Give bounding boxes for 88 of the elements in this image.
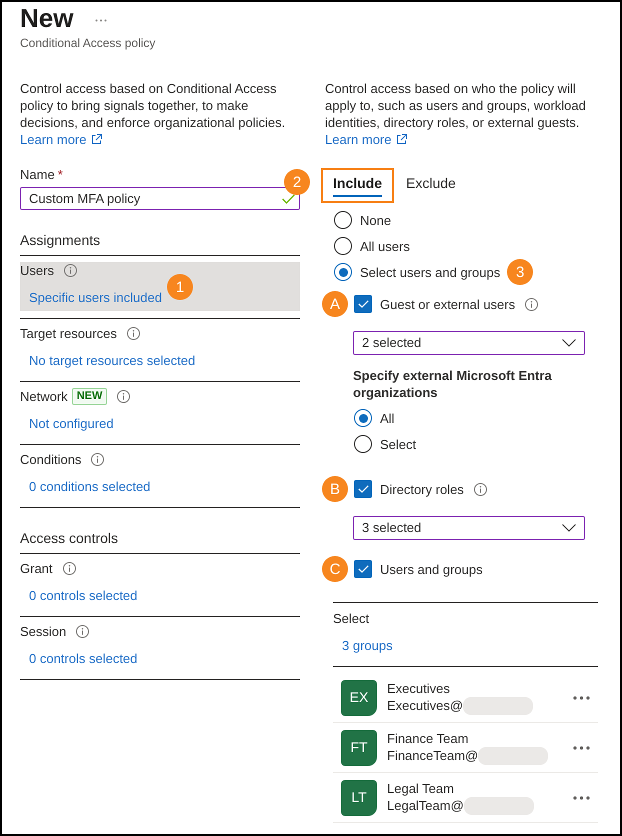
info-icon[interactable] (126, 327, 140, 340)
redaction-blur (478, 746, 548, 764)
dropdown[interactable]: 2 selected (353, 331, 585, 355)
checkbox[interactable] (354, 295, 372, 313)
item-value-link[interactable]: Specific users included (29, 289, 162, 306)
section-heading: Access controls (20, 529, 118, 547)
tab[interactable]: Exclude (394, 168, 468, 203)
radio-button[interactable] (334, 211, 352, 229)
info-icon[interactable] (91, 453, 104, 466)
callout-badge: 2 (284, 169, 310, 195)
learn-more-link[interactable]: Learn more (325, 131, 408, 148)
checkbox[interactable] (354, 480, 372, 498)
check-icon (358, 300, 368, 308)
redaction-blur (463, 696, 534, 714)
info-icon[interactable] (76, 625, 90, 638)
name-input[interactable]: Custom MFA policy (20, 187, 300, 210)
group-avatar: FT (341, 730, 377, 766)
select-label: Select (333, 610, 370, 627)
group-name: Executives (387, 680, 450, 696)
groups-link[interactable]: 3 groups (342, 637, 393, 654)
field-label: Name (20, 166, 55, 183)
chevron-down-icon (562, 339, 576, 347)
group-avatar: LT (341, 780, 377, 816)
group-avatar: EX (341, 680, 377, 716)
check-icon (358, 485, 368, 493)
radio-button[interactable] (354, 435, 372, 453)
group-name: Finance Team (387, 730, 468, 746)
required-mark: * (58, 166, 63, 183)
info-icon[interactable] (117, 390, 130, 403)
item-value-link[interactable]: Not configured (29, 415, 114, 432)
item-value-link[interactable]: 0 controls selected (29, 587, 138, 604)
info-icon[interactable] (474, 482, 487, 496)
item-value-link[interactable]: No target resources selected (29, 352, 196, 369)
external-link-icon (91, 134, 102, 145)
radio-label: Select users and groups (360, 264, 500, 280)
item-label: Conditions (20, 451, 82, 468)
new-tag: NEW (72, 388, 108, 405)
callout-badge: A (322, 291, 348, 317)
check-icon (358, 565, 368, 573)
checkbox-label: Users and groups (380, 560, 483, 578)
group-email: Executives@ (387, 698, 464, 714)
tab[interactable]: Include (321, 168, 394, 203)
callout-badge: 3 (507, 259, 534, 285)
group-email: FinanceTeam@ (387, 748, 478, 764)
external-link-icon (396, 134, 408, 145)
callout-badge: C (322, 556, 348, 582)
page-subtitle: Conditional Access policy (20, 35, 156, 51)
item-label: Users (20, 262, 54, 279)
dropdown[interactable]: 3 selected (353, 516, 585, 540)
description-text: Control access based on Conditional Access policy to bring signals together, to make decisions, and enforce organizational policies. (20, 80, 286, 131)
radio-button[interactable] (334, 237, 352, 255)
radio-button[interactable] (354, 409, 372, 427)
info-icon[interactable] (62, 562, 76, 575)
radio-label: None (360, 212, 392, 228)
organizations-heading: Specify external Microsoft Entra organizations (353, 367, 553, 401)
more-icon[interactable] (573, 696, 590, 700)
info-icon[interactable] (64, 264, 77, 277)
radio-label: All users (360, 238, 410, 254)
learn-more-link[interactable]: Learn more (20, 131, 102, 148)
description-text: Control access based on who the policy will apply to, such as users and groups, workload identities, directory roles, or external guests. (325, 80, 587, 131)
page-title: New (20, 3, 74, 33)
more-icon[interactable] (95, 18, 108, 22)
radio-label: All (380, 410, 394, 426)
group-row[interactable]: LT Legal Team LegalTeam@ (333, 773, 598, 823)
item-label: Session (20, 623, 66, 640)
redaction-blur (464, 796, 534, 814)
chevron-down-icon (562, 524, 576, 532)
checkbox-label: Directory roles (380, 480, 464, 498)
item-value-link[interactable]: 0 conditions selected (29, 478, 150, 495)
callout-badge: B (322, 476, 348, 502)
item-label: Target resources (20, 325, 117, 342)
checkbox[interactable] (354, 560, 372, 578)
checkbox-label: Guest or external users (380, 296, 516, 312)
more-icon[interactable] (573, 746, 590, 750)
group-row[interactable]: EX Executives Executives@ (333, 673, 598, 723)
item-label: Network (20, 388, 68, 405)
more-icon[interactable] (573, 796, 590, 800)
radio-button[interactable] (334, 263, 352, 281)
callout-badge: 1 (167, 274, 193, 300)
group-email: LegalTeam@ (387, 798, 464, 814)
group-row[interactable]: FT Finance Team FinanceTeam@ (333, 723, 598, 773)
group-name: Legal Team (387, 780, 454, 796)
section-heading: Assignments (20, 231, 100, 249)
assignment-item[interactable]: Users Specific users included 1 (20, 262, 300, 311)
item-value-link[interactable]: 0 controls selected (29, 650, 138, 667)
item-label: Grant (20, 560, 53, 577)
radio-label: Select (380, 436, 416, 452)
info-icon[interactable] (525, 298, 538, 310)
